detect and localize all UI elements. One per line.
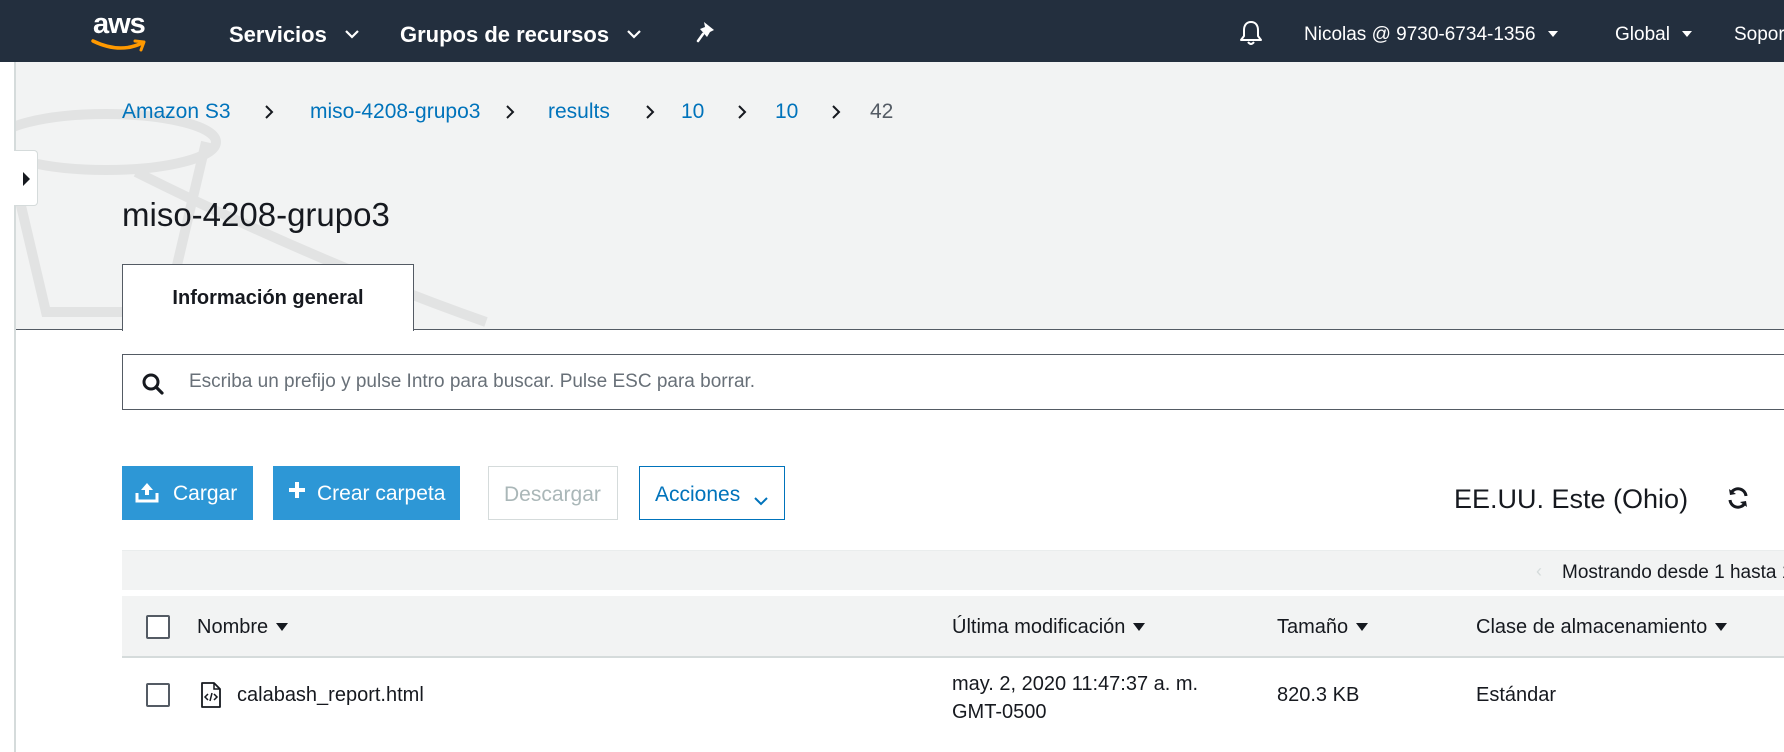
breadcrumb-current-42: 42 xyxy=(870,100,894,123)
upload-button-label: Cargar xyxy=(173,482,238,505)
sidebar-toggle-button[interactable] xyxy=(14,150,38,206)
account-menu[interactable]: Nicolas @ 9730-6734-1356 xyxy=(1304,24,1558,46)
search-box xyxy=(122,354,1784,410)
pager-previous-icon[interactable]: ‹ xyxy=(1536,561,1542,582)
column-header-last-modified[interactable]: Última modificación xyxy=(952,616,1146,639)
caret-down-icon xyxy=(1547,31,1558,37)
breadcrumb-results[interactable]: results xyxy=(548,100,610,124)
chevron-down-icon xyxy=(754,488,768,512)
chevron-right-icon xyxy=(505,102,515,126)
chevron-right-icon xyxy=(737,102,747,126)
resource-groups-menu[interactable]: Grupos de recursos xyxy=(400,19,641,48)
plus-icon xyxy=(287,480,307,506)
column-header-size[interactable]: Tamaño xyxy=(1277,616,1369,639)
file-name-link[interactable]: calabash_report.html xyxy=(237,684,424,707)
breadcrumb-folder-10-sub[interactable]: 10 xyxy=(775,100,798,124)
resource-groups-menu-label: Grupos de recursos xyxy=(400,22,610,47)
pagination-bar: ‹ Mostrando desde 1 hasta 1 › xyxy=(122,550,1784,590)
html-file-icon xyxy=(200,682,222,713)
support-menu-label: Soporte xyxy=(1734,24,1784,45)
create-folder-button[interactable]: Crear carpeta xyxy=(273,466,460,520)
top-navigation-bar: aws Servicios Grupos de recursos Nicolas… xyxy=(0,0,1784,62)
tab-informacion-general[interactable]: Información general xyxy=(122,264,414,331)
download-button-label: Descargar xyxy=(504,483,601,506)
select-all-checkbox[interactable] xyxy=(146,615,170,639)
global-region-menu[interactable]: Global xyxy=(1615,24,1692,46)
table-row[interactable]: calabash_report.html may. 2, 2020 11:47:… xyxy=(122,660,1784,752)
last-modified-cell: may. 2, 2020 11:47:37 a. m. GMT-0500 xyxy=(952,670,1222,726)
sort-caret-icon xyxy=(276,623,289,631)
aws-logo[interactable]: aws xyxy=(90,8,154,54)
table-header: Nombre Última modificación Tamaño Clase … xyxy=(122,596,1784,658)
column-header-name-label: Nombre xyxy=(197,616,269,638)
storage-class-cell: Estándar xyxy=(1476,684,1557,706)
bucket-region-label: EE.UU. Este (Ohio) xyxy=(1454,484,1689,514)
actions-dropdown-button[interactable]: Acciones xyxy=(639,466,785,520)
column-header-storage-class-label: Clase de almacenamiento xyxy=(1476,616,1708,638)
sort-caret-icon xyxy=(1715,623,1728,631)
notifications-bell-icon[interactable] xyxy=(1238,19,1264,52)
breadcrumb-bucket[interactable]: miso-4208-grupo3 xyxy=(310,100,480,124)
download-button[interactable]: Descargar xyxy=(488,466,618,520)
upload-button[interactable]: Cargar xyxy=(122,466,253,520)
account-menu-label: Nicolas @ 9730-6734-1356 xyxy=(1304,24,1536,45)
create-folder-button-label: Crear carpeta xyxy=(317,482,446,505)
chevron-down-icon xyxy=(345,19,359,45)
refresh-icon[interactable] xyxy=(1726,486,1750,515)
column-header-size-label: Tamaño xyxy=(1277,616,1349,638)
column-header-last-modified-label: Última modificación xyxy=(952,616,1126,638)
actions-button-label: Acciones xyxy=(655,483,741,506)
column-header-storage-class[interactable]: Clase de almacenamiento xyxy=(1476,616,1728,639)
search-icon xyxy=(141,372,165,401)
support-menu[interactable]: Soporte xyxy=(1734,24,1784,46)
sort-caret-icon xyxy=(1133,623,1146,631)
chevron-right-icon xyxy=(831,102,841,126)
size-cell: 820.3 KB xyxy=(1277,684,1360,706)
breadcrumb-amazon-s3[interactable]: Amazon S3 xyxy=(122,100,231,124)
upload-icon xyxy=(135,481,159,509)
pin-icon[interactable] xyxy=(696,20,718,49)
breadcrumb-folder-10[interactable]: 10 xyxy=(681,100,704,124)
caret-right-icon xyxy=(23,172,30,186)
sort-caret-icon xyxy=(1356,623,1369,631)
row-checkbox[interactable] xyxy=(146,683,170,707)
aws-logo-text: aws xyxy=(93,8,146,40)
search-input[interactable] xyxy=(189,355,1739,409)
services-menu-label: Servicios xyxy=(229,22,327,47)
column-header-name[interactable]: Nombre xyxy=(197,616,289,639)
last-modified-date: may. 2, 2020 11:47:37 a. m. xyxy=(952,673,1199,695)
page-title: miso-4208-grupo3 xyxy=(122,196,390,233)
chevron-down-icon xyxy=(627,19,641,45)
caret-down-icon xyxy=(1681,31,1692,37)
global-region-menu-label: Global xyxy=(1615,24,1670,45)
chevron-right-icon xyxy=(264,102,274,126)
last-modified-timezone: GMT-0500 xyxy=(952,701,1047,723)
pagination-text: Mostrando desde 1 hasta 1 xyxy=(1562,562,1784,583)
chevron-right-icon xyxy=(645,102,655,126)
aws-smile-icon xyxy=(91,39,146,52)
services-menu[interactable]: Servicios xyxy=(229,19,359,48)
